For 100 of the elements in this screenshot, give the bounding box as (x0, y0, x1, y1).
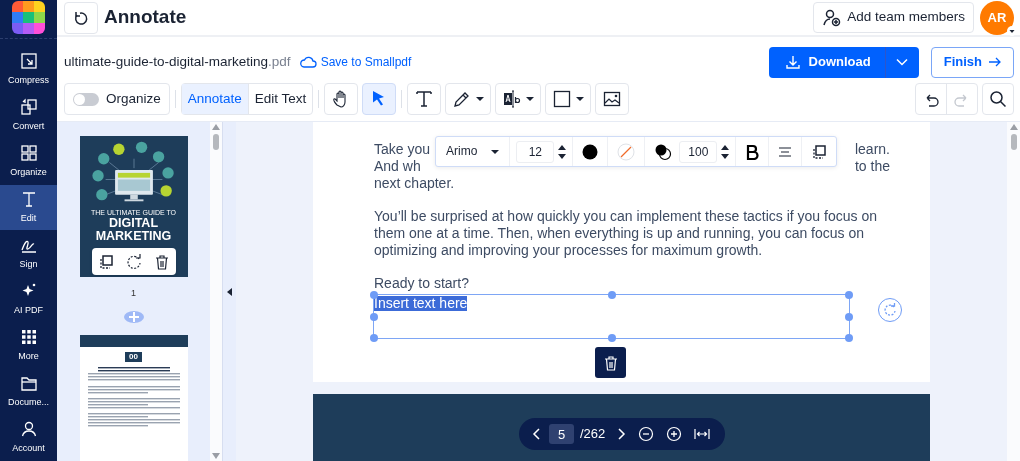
chevron-down-icon (896, 58, 909, 66)
search-button[interactable] (982, 83, 1014, 115)
resize-handle[interactable] (607, 291, 616, 299)
download-icon (784, 54, 801, 70)
text-fragment: to the (854, 158, 890, 175)
bold-icon (745, 143, 760, 160)
opacity-field[interactable]: 100 (679, 140, 718, 163)
trash-icon (153, 253, 170, 270)
align-center-icon (778, 145, 793, 158)
cover-title: MARKETING (95, 230, 172, 243)
page-number: 1 (131, 287, 136, 300)
logo-icon (12, 0, 45, 34)
download-options-button[interactable] (884, 46, 919, 78)
page-number-field[interactable]: 5 (549, 424, 574, 444)
color-swatch-icon (582, 143, 599, 160)
rotate-icon (883, 303, 897, 317)
text-fragment: next chapter. (374, 175, 455, 192)
resize-handle[interactable] (845, 291, 853, 299)
page-thumbnail[interactable]: 00 (79, 334, 188, 461)
text-style-icon (502, 89, 523, 109)
zoom-out-icon (638, 426, 655, 442)
scroll-up-icon (1009, 124, 1018, 130)
sidebar-item[interactable]: Sign (0, 231, 57, 277)
text-box-text: Insert text here (374, 296, 468, 311)
refresh-button[interactable] (64, 1, 98, 34)
add-person-icon (822, 7, 843, 28)
sidebar-item[interactable]: Compress (0, 47, 57, 93)
fit-width-icon (694, 428, 711, 440)
grid-icon (18, 143, 39, 164)
add-team-members-button[interactable]: Add team members (813, 2, 974, 33)
image-icon (602, 89, 623, 109)
delete-button[interactable] (595, 347, 626, 378)
save-link[interactable]: Save to Smallpdf (298, 53, 412, 71)
file-name: ultimate-guide-to-digital-marketing.pdf (64, 52, 291, 71)
chevron-left-icon (532, 428, 540, 440)
search-icon (989, 90, 1007, 108)
no-fill-icon (617, 142, 636, 161)
text-tool-tool-button[interactable] (407, 83, 442, 115)
chapter-number: 00 (129, 352, 138, 361)
scroll-up-icon (212, 124, 220, 130)
pointer-tool-button[interactable] (362, 83, 397, 115)
compress-icon (18, 51, 39, 72)
sidebar-item[interactable]: More (0, 323, 57, 369)
text-box[interactable]: Insert text here (373, 294, 850, 339)
scrollbar-thumb[interactable] (213, 134, 219, 150)
mode-tab[interactable]: Edit Text (247, 84, 313, 114)
caret-icon (576, 97, 585, 101)
spinner-icon (558, 144, 567, 159)
sidebar-item[interactable]: Organize (0, 139, 57, 185)
cloud-icon (298, 55, 317, 69)
resize-handle[interactable] (370, 312, 378, 321)
font-size-field[interactable]: 12 (516, 140, 555, 163)
duplicate-icon (97, 253, 114, 270)
rotate-icon (125, 253, 142, 270)
resize-handle[interactable] (607, 334, 616, 342)
resize-handle[interactable] (370, 334, 378, 342)
image-tool-button[interactable] (595, 83, 630, 115)
collapse-arrow-icon (227, 287, 232, 296)
sidebar-item[interactable]: AI PDF (0, 277, 57, 323)
text-fragment: Take you (374, 141, 431, 158)
sidebar-item[interactable]: Docume... (0, 369, 57, 415)
cover-title: DIGITAL (108, 217, 159, 230)
plus-icon (127, 310, 140, 323)
refresh-icon (73, 9, 89, 26)
text-style-tool-button[interactable] (495, 83, 542, 115)
zoom-in-icon (666, 426, 683, 442)
caret-icon (526, 97, 535, 101)
trash-icon (602, 354, 619, 371)
caret-icon (476, 97, 485, 101)
collapse-panel-button[interactable] (227, 287, 232, 296)
paragraph: You’ll be surprised at how quickly you can implement these tactics if you focus on them one at a time. Then, when everything is up and running, you can focus on optimizing and improving your processes for maximum growth. (374, 208, 878, 259)
text-fragment: learn. (854, 141, 890, 158)
pencil-tool-button[interactable] (445, 83, 492, 115)
scroll-down-icon (212, 453, 220, 459)
page-title: Annotate (104, 6, 187, 29)
arrow-right-icon (988, 57, 1001, 67)
hand-tool-button[interactable] (324, 83, 359, 115)
font-dropdown[interactable]: Arimo (442, 143, 504, 160)
resize-handle[interactable] (370, 291, 378, 299)
organize-toggle[interactable]: Organize (65, 84, 169, 114)
sidebar-item[interactable]: Edit (0, 185, 57, 231)
scrollbar-thumb[interactable] (1010, 134, 1017, 150)
question-text: Ready to start? (374, 275, 470, 292)
download-button[interactable]: Download (768, 46, 885, 78)
sidebar-item[interactable]: Account (0, 415, 57, 460)
text-tool-icon (414, 89, 435, 109)
finish-button[interactable]: Finish (930, 46, 1014, 78)
page-total: /262 (580, 425, 606, 444)
sidebar-item[interactable]: Convert (0, 93, 57, 139)
convert-icon (18, 97, 39, 118)
resize-handle[interactable] (845, 334, 853, 342)
spinner-icon (721, 144, 730, 159)
chevron-right-icon (618, 428, 627, 440)
duplicate-icon (811, 143, 828, 160)
opacity-icon (654, 142, 673, 161)
caret-icon (1007, 25, 1017, 36)
square-tool-button[interactable] (545, 83, 592, 115)
resize-handle[interactable] (845, 312, 853, 321)
mode-tab[interactable]: Annotate (181, 84, 248, 114)
square-icon (552, 89, 573, 109)
